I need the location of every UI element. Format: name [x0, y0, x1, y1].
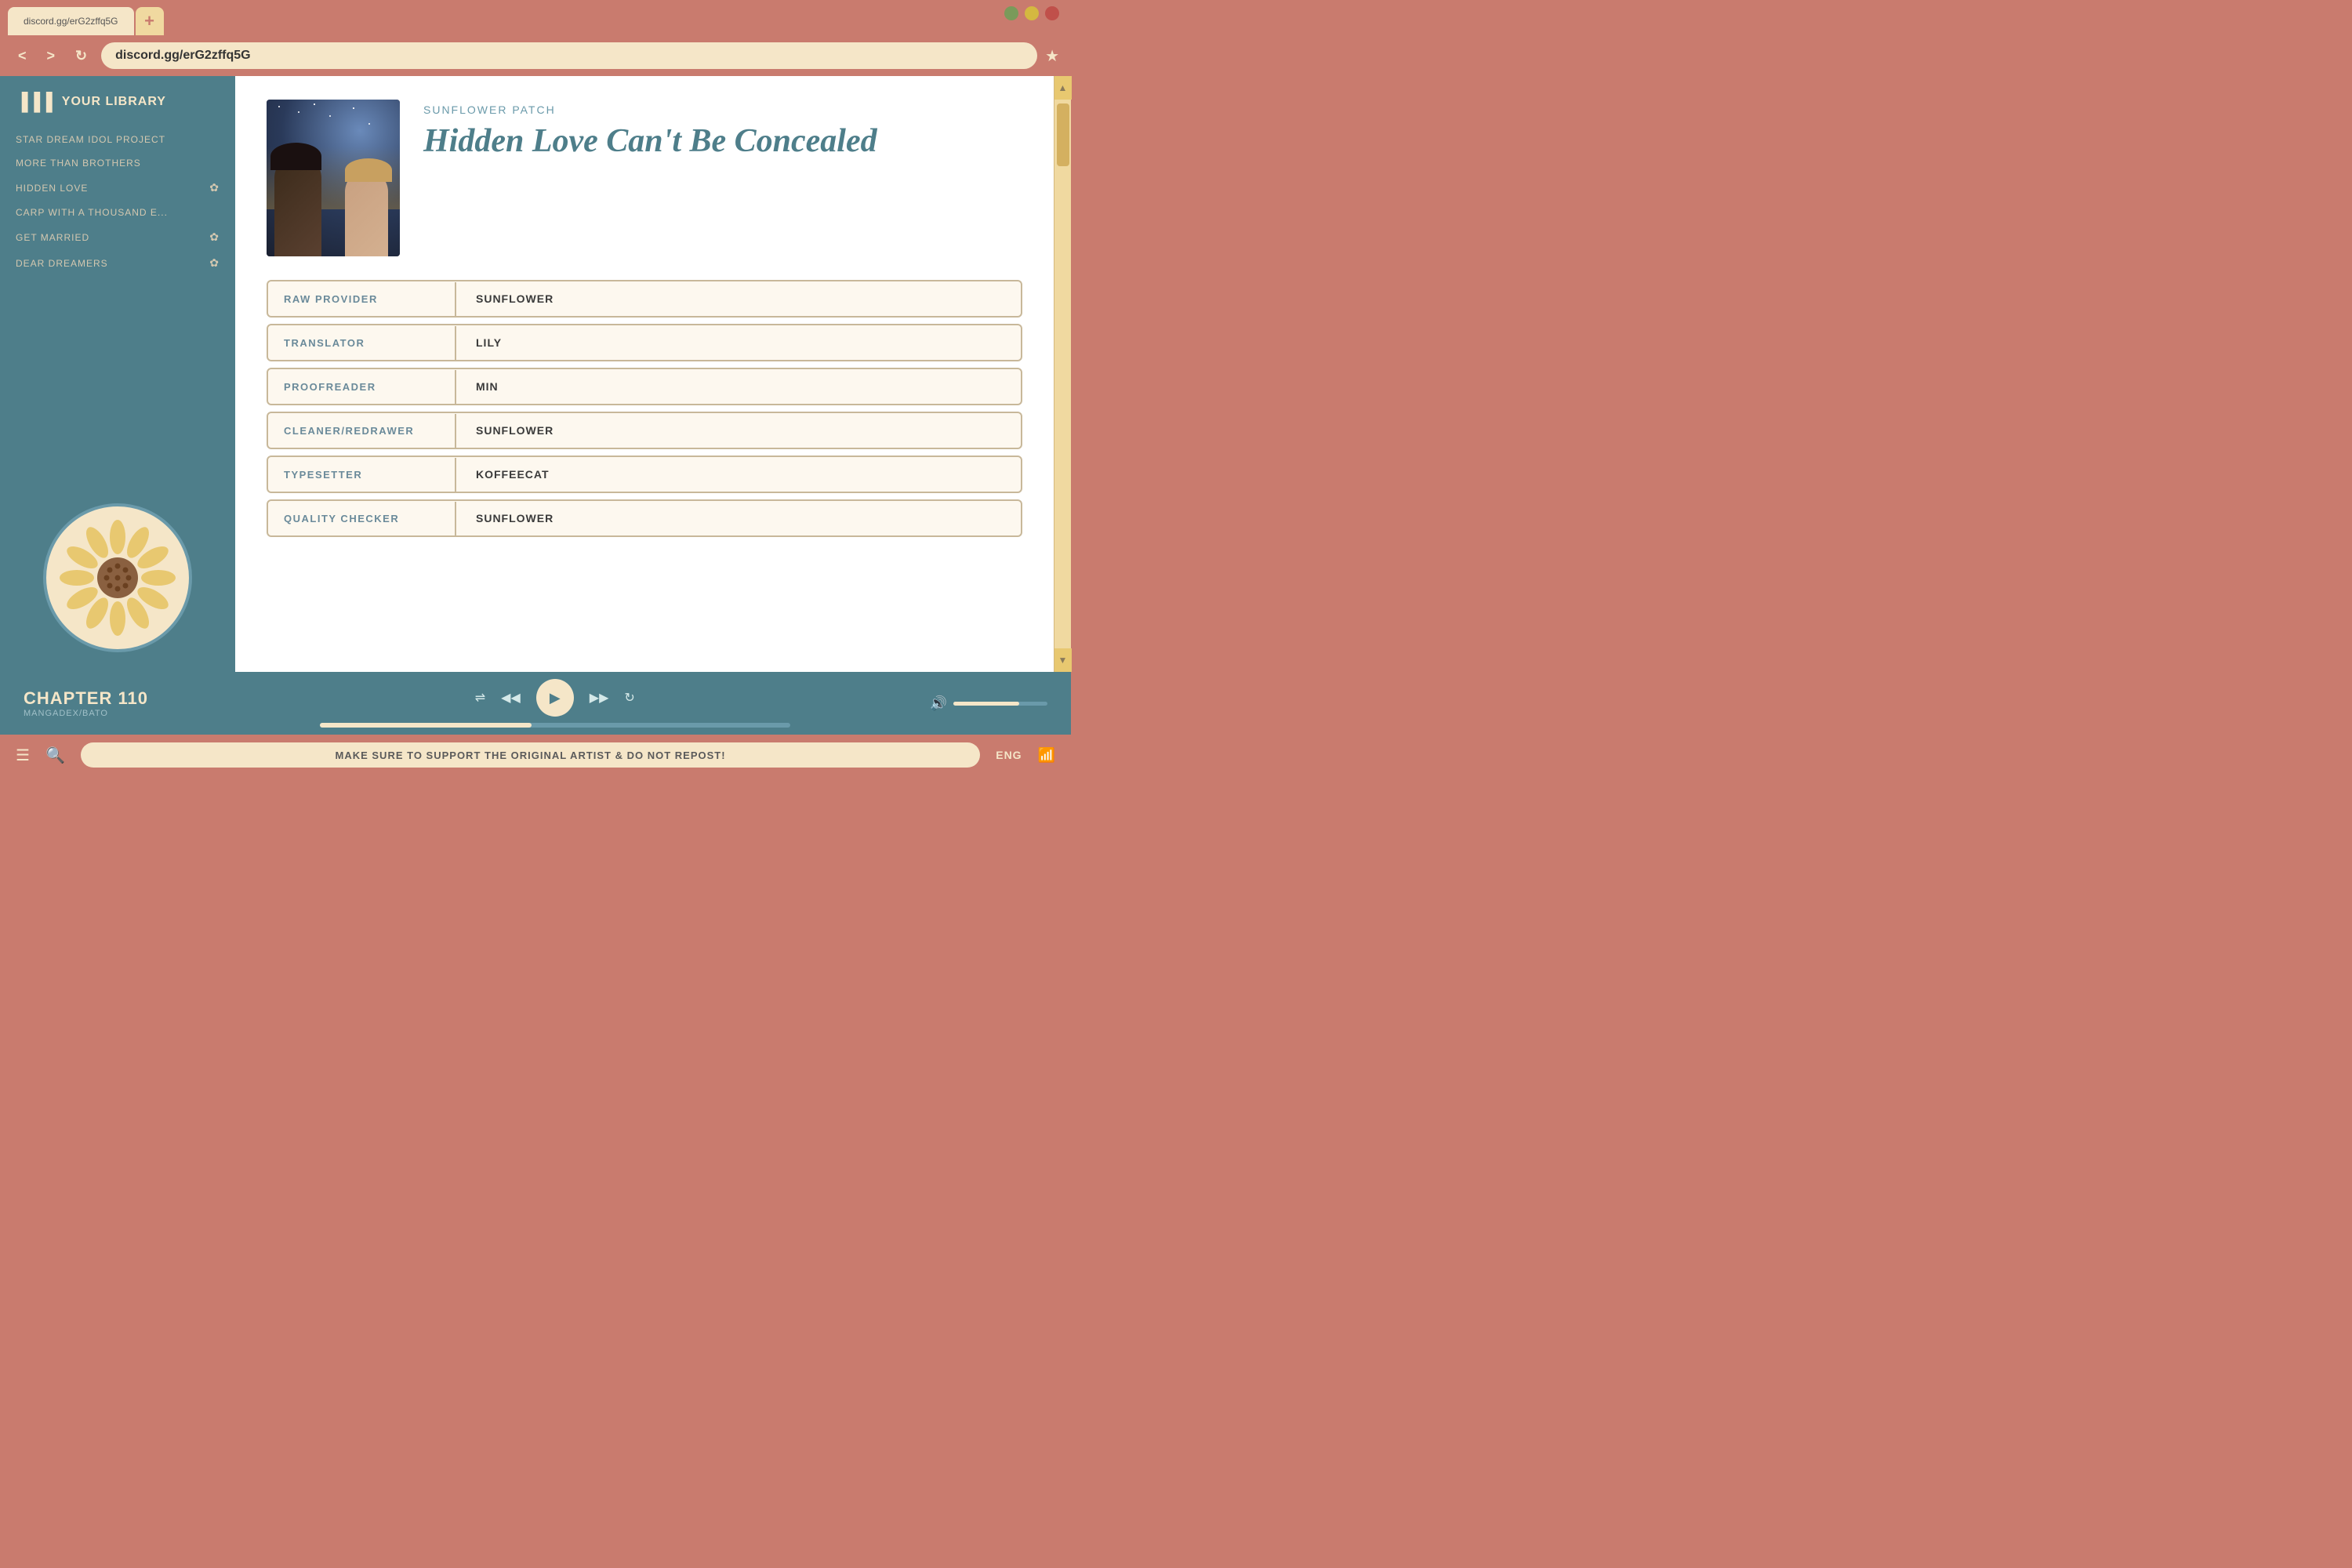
sunflower-circle [43, 503, 192, 652]
credit-row-raw: RAW PROVIDER SUNFLOWER [267, 280, 1022, 318]
manga-header: SUNFLOWER PATCH Hidden Love Can't Be Con… [267, 100, 1022, 256]
sidebar-item-label: CARP WITH A THOUSAND E... [16, 207, 168, 218]
track-chapter: CHAPTER 110 [24, 688, 180, 709]
sidebar-item-carp[interactable]: CARP WITH A THOUSAND E... [0, 201, 235, 224]
sidebar-item-more-than-brothers[interactable]: MORE THAN BROTHERS [0, 151, 235, 175]
credit-label-proofreader: PROOFREADER [268, 370, 456, 404]
window-controls [1004, 6, 1059, 20]
shuffle-button[interactable]: ⇌ [475, 690, 485, 706]
credit-label-translator: TRANSLATOR [268, 326, 456, 360]
credit-row-translator: TRANSLATOR LILY [267, 324, 1022, 361]
heart-icon: ✿ [209, 181, 220, 194]
tab-label: discord.gg/erG2zffq5G [24, 16, 118, 27]
sidebar-item-label: HIDDEN LOVE [16, 183, 88, 194]
volume-section: 🔊 [930, 695, 1047, 712]
sunflower-logo [39, 499, 196, 656]
track-source: MANGADEX/BATO [24, 709, 180, 718]
bookmark-icon[interactable]: ★ [1045, 46, 1059, 66]
volume-fill [953, 702, 1019, 706]
nav-bar: < > ↻ ★ [0, 35, 1071, 76]
credits-table: RAW PROVIDER SUNFLOWER TRANSLATOR LILY P… [267, 280, 1022, 537]
repeat-button[interactable]: ↻ [624, 690, 634, 706]
manga-info: SUNFLOWER PATCH Hidden Love Can't Be Con… [423, 100, 1022, 256]
heart-icon-3: ✿ [209, 256, 220, 270]
heart-icon-2: ✿ [209, 230, 220, 244]
prev-button[interactable]: ◀◀ [501, 690, 521, 706]
scroll-thumb[interactable] [1057, 103, 1069, 166]
sidebar-item-label: DEAR DREAMERS [16, 258, 108, 269]
credit-value-raw: SUNFLOWER [456, 281, 573, 316]
credit-value-translator: LILY [456, 325, 521, 360]
search-icon[interactable]: 🔍 [45, 746, 65, 765]
back-button[interactable]: < [12, 45, 33, 67]
track-info: CHAPTER 110 MANGADEX/BATO [24, 688, 180, 718]
sidebar-item-label: MORE THAN BROTHERS [16, 158, 141, 169]
scroll-down-button[interactable]: ▼ [1054, 648, 1072, 672]
address-bar[interactable] [101, 42, 1037, 69]
credit-row-cleaner: CLEANER/REDRAWER SUNFLOWER [267, 412, 1022, 449]
volume-icon: 🔊 [930, 695, 947, 712]
sidebar: ▐▐▐ YOUR LIBRARY STAR DREAM IDOL PROJECT… [0, 76, 235, 672]
main-content: SUNFLOWER PATCH Hidden Love Can't Be Con… [235, 76, 1054, 672]
controls-row: ⇌ ◀◀ ▶ ▶▶ ↻ [475, 679, 635, 717]
library-icon: ▐▐▐ [16, 92, 53, 112]
volume-bar[interactable] [953, 702, 1047, 706]
cover-illustration [267, 100, 400, 256]
progress-bar[interactable] [320, 723, 790, 728]
credit-row-proofreader: PROOFREADER MIN [267, 368, 1022, 405]
new-tab-button[interactable]: + [136, 7, 164, 35]
refresh-button[interactable]: ↻ [69, 45, 93, 67]
sidebar-title: YOUR LIBRARY [62, 95, 166, 109]
wifi-icon: 📶 [1038, 747, 1055, 764]
sidebar-item-star-dream[interactable]: STAR DREAM IDOL PROJECT [0, 128, 235, 151]
credit-label-raw: RAW PROVIDER [268, 282, 456, 316]
player-controls: ⇌ ◀◀ ▶ ▶▶ ↻ [196, 679, 914, 728]
browser-chrome: discord.gg/erG2zffq5G + < > ↻ ★ [0, 0, 1071, 76]
browser-window: ▐▐▐ YOUR LIBRARY STAR DREAM IDOL PROJECT… [0, 76, 1071, 672]
sidebar-item-label: GET MARRIED [16, 232, 89, 243]
credit-value-qc: SUNFLOWER [456, 501, 573, 535]
status-message: MAKE SURE TO SUPPORT THE ORIGINAL ARTIST… [81, 742, 980, 768]
credit-value-cleaner: SUNFLOWER [456, 413, 573, 448]
active-tab[interactable]: discord.gg/erG2zffq5G [8, 7, 134, 35]
group-name: SUNFLOWER PATCH [423, 103, 1022, 116]
scrollbar: ▲ ▼ [1054, 76, 1071, 672]
forward-button[interactable]: > [41, 45, 62, 67]
sunflower-svg [55, 515, 180, 641]
progress-bar-fill [320, 723, 532, 728]
sidebar-nav: STAR DREAM IDOL PROJECT MORE THAN BROTHE… [0, 124, 235, 484]
manga-title: Hidden Love Can't Be Concealed [423, 122, 1022, 160]
credit-label-typesetter: TYPESETTER [268, 458, 456, 492]
menu-icon[interactable]: ☰ [16, 746, 30, 765]
language-selector[interactable]: ENG [996, 749, 1022, 761]
maximize-button[interactable] [1025, 6, 1039, 20]
player-bar: CHAPTER 110 MANGADEX/BATO ⇌ ◀◀ ▶ ▶▶ ↻ 🔊 [0, 672, 1071, 735]
credit-label-cleaner: CLEANER/REDRAWER [268, 414, 456, 448]
play-button[interactable]: ▶ [536, 679, 574, 717]
status-bar: ☰ 🔍 MAKE SURE TO SUPPORT THE ORIGINAL AR… [0, 735, 1071, 775]
sidebar-item-label: STAR DREAM IDOL PROJECT [16, 134, 165, 145]
credit-label-qc: QUALITY CHECKER [268, 502, 456, 535]
credit-value-proofreader: MIN [456, 369, 518, 404]
credit-value-typesetter: KOFFEECAT [456, 457, 569, 492]
credit-row-qc: QUALITY CHECKER SUNFLOWER [267, 499, 1022, 537]
credit-row-typesetter: TYPESETTER KOFFEECAT [267, 456, 1022, 493]
sidebar-item-dear-dreamers[interactable]: DEAR DREAMERS ✿ [0, 250, 235, 276]
scroll-up-button[interactable]: ▲ [1054, 76, 1072, 100]
close-button[interactable] [1045, 6, 1059, 20]
manga-cover [267, 100, 400, 256]
next-button[interactable]: ▶▶ [590, 690, 609, 706]
tab-bar: discord.gg/erG2zffq5G + [0, 0, 1071, 35]
minimize-button[interactable] [1004, 6, 1018, 20]
sidebar-item-hidden-love[interactable]: HIDDEN LOVE ✿ [0, 175, 235, 201]
sidebar-header: ▐▐▐ YOUR LIBRARY [0, 76, 235, 124]
sidebar-item-get-married[interactable]: GET MARRIED ✿ [0, 224, 235, 250]
